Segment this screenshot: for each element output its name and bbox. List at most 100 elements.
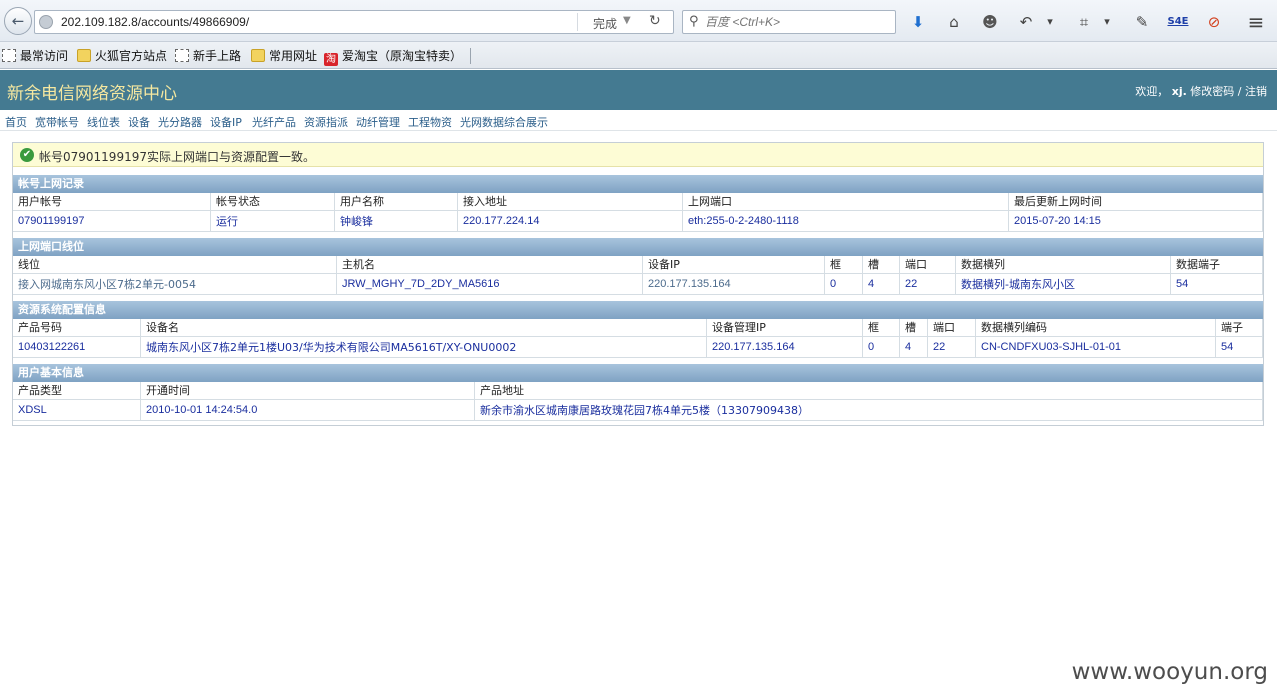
section-header: 资源系统配置信息 — [13, 301, 1263, 319]
address-bar[interactable]: 202.109.182.8/accounts/49866909/ 完成 ▼ ↻ — [34, 10, 674, 34]
undo-icon[interactable]: ↶ — [1015, 11, 1037, 33]
bookmark-item[interactable]: 淘爱淘宝（原淘宝特卖） — [324, 47, 462, 66]
table-cell[interactable]: 22 — [928, 337, 976, 357]
table-header-row: 产品类型 开通时间 产品地址 — [13, 382, 1263, 400]
table-cell[interactable]: 运行 — [211, 211, 335, 231]
column-header: 产品地址 — [475, 382, 1263, 400]
table-cell[interactable]: CN-CNDFXU03-SJHL-01-01 — [976, 337, 1216, 357]
menu-item[interactable]: 动纤管理 — [356, 114, 400, 130]
back-button[interactable]: ← — [4, 7, 32, 35]
bookmark-item[interactable]: 常用网址 — [251, 47, 317, 65]
bookmark-label: 火狐官方站点 — [95, 49, 168, 63]
reload-button[interactable]: ↻ — [649, 13, 661, 29]
column-header: 开通时间 — [141, 382, 475, 400]
crop-icon[interactable]: ⌗ — [1073, 11, 1095, 33]
table-cell[interactable]: 220.177.224.14 — [458, 211, 683, 231]
table-cell[interactable]: 220.177.135.164 — [643, 274, 825, 294]
column-header: 槽 — [900, 319, 928, 337]
bookmark-label: 新手上路 — [193, 49, 242, 63]
s4e-icon[interactable]: S4E — [1167, 11, 1189, 33]
column-header: 框 — [825, 256, 863, 274]
back-arrow-icon: ← — [11, 12, 25, 30]
welcome-text: 欢迎， — [1135, 85, 1169, 98]
table-cell[interactable]: 新余市渝水区城南康居路玫瑰花园7栋4单元5楼（13307909438） — [475, 400, 1263, 420]
table-cell[interactable]: 4 — [900, 337, 928, 357]
table-cell[interactable]: XDSL — [13, 400, 141, 420]
bookmark-item[interactable]: 火狐官方站点 — [77, 47, 167, 65]
user-separator: / — [1237, 85, 1242, 98]
folder-icon — [77, 49, 91, 62]
column-header: 框 — [863, 319, 900, 337]
table-cell[interactable]: eth:255-0-2-2480-1118 — [683, 211, 1009, 231]
globe-icon — [39, 15, 53, 29]
download-icon[interactable]: ⬇ — [907, 11, 929, 33]
app-header: 新余电信网络资源中心 欢迎， xj. 修改密码 / 注销 — [0, 70, 1277, 110]
table-cell[interactable]: 54 — [1216, 337, 1263, 357]
notice-text: 帐号07901199197实际上网端口与资源配置一致。 — [39, 150, 315, 164]
column-header: 端子 — [1216, 319, 1263, 337]
status-notice: ✔ 帐号07901199197实际上网端口与资源配置一致。 — [13, 143, 1263, 167]
account-detail-panel: ✔ 帐号07901199197实际上网端口与资源配置一致。 帐号上网记录 用户帐号… — [12, 142, 1264, 426]
column-header: 上网端口 — [683, 193, 1009, 211]
check-circle-icon: ✔ — [20, 148, 34, 162]
column-header: 接入地址 — [458, 193, 683, 211]
table-cell[interactable]: 2015-07-20 14:15 — [1009, 211, 1263, 231]
table-cell[interactable]: 0 — [825, 274, 863, 294]
table-row: 10403122261 城南东风小区7栋2单元1楼U03/华为技术有限公司MA56… — [13, 337, 1263, 358]
search-input[interactable] — [705, 15, 885, 29]
table-cell[interactable]: 07901199197 — [13, 211, 211, 231]
bookmark-item[interactable]: 最常访问 — [2, 47, 68, 65]
main-menu: 首页 宽带帐号 线位表 设备 光分路器 设备IP 光纤产品 资源指派 动纤管理 工程物资 光网数据综… — [0, 110, 1277, 131]
menu-item[interactable]: 首页 — [5, 114, 27, 130]
menu-item[interactable]: 资源指派 — [304, 114, 348, 130]
logout-link[interactable]: 注销 — [1245, 85, 1267, 98]
bookmarks-bar: 最常访问 火狐官方站点 新手上路 常用网址淘爱淘宝（原淘宝特卖） — [0, 42, 1277, 69]
page-status: 完成 — [593, 17, 618, 31]
menu-item[interactable]: 光分路器 — [158, 114, 202, 130]
home-icon[interactable]: ⌂ — [943, 11, 965, 33]
menu-item[interactable]: 光纤产品 — [252, 114, 296, 130]
page-icon — [2, 49, 16, 62]
crop-dropdown-icon[interactable]: ▾ — [1101, 11, 1113, 33]
menu-item[interactable]: 工程物资 — [408, 114, 452, 130]
table-cell[interactable]: 220.177.135.164 — [707, 337, 863, 357]
table-cell[interactable]: 4 — [863, 274, 900, 294]
chevron-down-icon[interactable]: ▼ — [623, 15, 631, 26]
table-cell[interactable]: 0 — [863, 337, 900, 357]
column-header: 主机名 — [337, 256, 643, 274]
menu-item[interactable]: 光网数据综合展示 — [460, 114, 548, 130]
chat-icon[interactable]: ✎ — [1131, 11, 1153, 33]
search-box[interactable]: ⚲ — [682, 10, 896, 34]
column-header: 设备IP — [643, 256, 825, 274]
table-cell[interactable]: 数据横列-城南东风小区 — [956, 274, 1171, 294]
menu-dropdown-icon[interactable]: ▾ — [1044, 11, 1056, 33]
table-cell[interactable]: 10403122261 — [13, 337, 141, 357]
table-cell[interactable]: 22 — [900, 274, 956, 294]
menu-item[interactable]: 设备IP — [210, 114, 242, 130]
browser-nav-bar: ← 202.109.182.8/accounts/49866909/ 完成 ▼ … — [0, 0, 1277, 42]
table-cell[interactable]: 54 — [1171, 274, 1263, 294]
column-header: 数据横列 — [956, 256, 1171, 274]
table-cell[interactable]: 钟峻锋 — [335, 211, 458, 231]
section-header: 用户基本信息 — [13, 364, 1263, 382]
address-bar-divider — [577, 13, 578, 31]
menu-item[interactable]: 设备 — [128, 114, 150, 130]
smiley-icon[interactable]: ☻ — [979, 11, 1001, 33]
section-header: 上网端口线位 — [13, 238, 1263, 256]
url-text[interactable]: 202.109.182.8/accounts/49866909/ — [61, 15, 249, 29]
menu-item[interactable]: 线位表 — [87, 114, 120, 130]
table-cell[interactable]: 城南东风小区7栋2单元1楼U03/华为技术有限公司MA5616T/XY-ONU0… — [141, 337, 707, 357]
blocked-icon[interactable]: ⊘ — [1203, 11, 1225, 33]
bookmark-item[interactable]: 新手上路 — [175, 47, 241, 65]
hamburger-menu-icon[interactable]: ≡ — [1245, 11, 1267, 33]
taobao-icon: 淘 — [324, 53, 338, 66]
menu-item[interactable]: 宽带帐号 — [35, 114, 79, 130]
change-password-link[interactable]: 修改密码 — [1190, 85, 1234, 98]
table-cell[interactable]: 接入网城南东风小区7栋2单元-0054 — [13, 274, 337, 294]
table-cell[interactable]: JRW_MGHY_7D_2DY_MA5616 — [337, 274, 643, 294]
table-row: 接入网城南东风小区7栋2单元-0054 JRW_MGHY_7D_2DY_MA561… — [13, 274, 1263, 295]
section-header: 帐号上网记录 — [13, 175, 1263, 193]
column-header: 用户名称 — [335, 193, 458, 211]
column-header: 最后更新上网时间 — [1009, 193, 1263, 211]
table-cell[interactable]: 2010-10-01 14:24:54.0 — [141, 400, 475, 420]
